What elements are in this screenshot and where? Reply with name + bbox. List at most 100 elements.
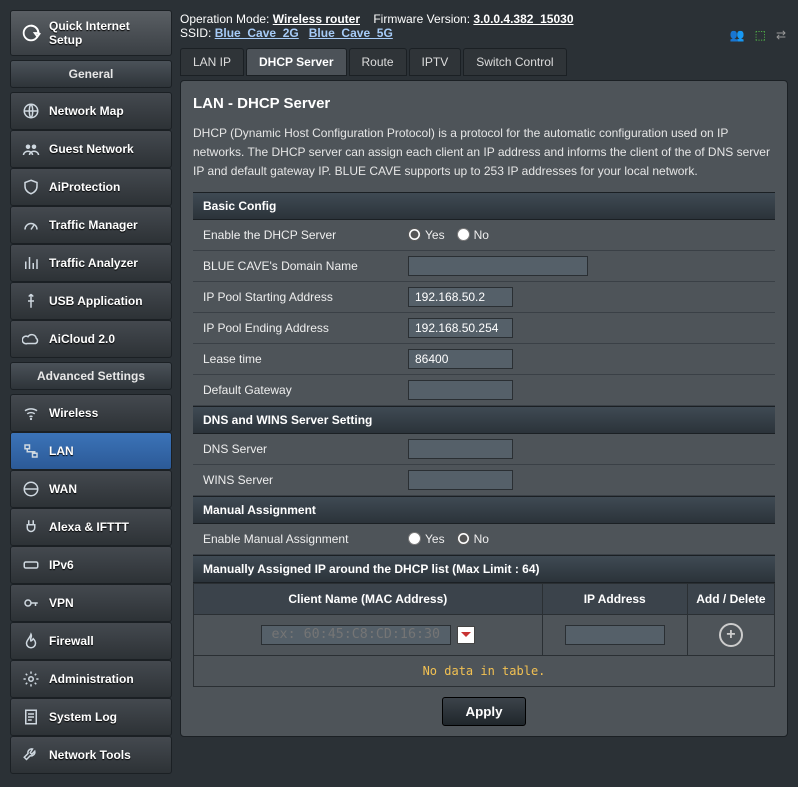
usb-status-icon[interactable]: ⇄ [776, 28, 786, 42]
globe2-icon [21, 479, 41, 499]
advanced-item-label: System Log [49, 710, 117, 724]
advanced-item-system-log[interactable]: System Log [10, 698, 172, 736]
advanced-item-lan[interactable]: LAN [10, 432, 172, 470]
fw-link[interactable]: 3.0.0.4.382_15030 [473, 12, 573, 26]
add-col-header: Add / Delete [687, 583, 774, 614]
general-item-guest-network[interactable]: Guest Network [10, 130, 172, 168]
bars-icon [21, 253, 41, 273]
dns-section-header: DNS and WINS Server Setting [193, 406, 775, 434]
dhcp-list-header: Manually Assigned IP around the DHCP lis… [193, 555, 775, 583]
op-mode-link[interactable]: Wireless router [273, 12, 360, 26]
gateway-input[interactable] [408, 380, 513, 400]
domain-name-input[interactable] [408, 256, 588, 276]
advanced-item-alexa-ifttt[interactable]: Alexa & IFTTT [10, 508, 172, 546]
apply-button[interactable]: Apply [442, 697, 525, 726]
advanced-item-label: Network Tools [49, 748, 131, 762]
mac-address-input[interactable] [261, 625, 451, 645]
general-item-label: Traffic Manager [49, 218, 138, 232]
top-info: Operation Mode: Wireless router Firmware… [180, 10, 788, 44]
pool-end-input[interactable] [408, 318, 513, 338]
group-icon [21, 139, 41, 159]
enable-manual-yes-radio[interactable] [408, 532, 421, 545]
tab-route[interactable]: Route [349, 48, 407, 76]
advanced-item-firewall[interactable]: Firewall [10, 622, 172, 660]
general-item-usb-application[interactable]: USB Application [10, 282, 172, 320]
advanced-item-label: Administration [49, 672, 134, 686]
ipv6-icon [21, 555, 41, 575]
mac-dropdown-button[interactable] [457, 626, 475, 644]
lease-time-label: Lease time [193, 344, 398, 374]
general-item-label: Traffic Analyzer [49, 256, 138, 270]
link-status-icon[interactable]: ⬚ [755, 28, 766, 42]
ssid-5g-link[interactable]: Blue_Cave_5G [309, 26, 393, 40]
tools-icon [21, 745, 41, 765]
general-item-label: USB Application [49, 294, 143, 308]
advanced-item-vpn[interactable]: VPN [10, 584, 172, 622]
advanced-item-administration[interactable]: Administration [10, 660, 172, 698]
ip-col-header: IP Address [542, 583, 687, 614]
lease-time-input[interactable] [408, 349, 513, 369]
advanced-item-label: Wireless [49, 406, 98, 420]
general-item-label: Guest Network [49, 142, 134, 156]
quick-internet-setup[interactable]: Quick Internet Setup [10, 10, 172, 56]
main-panel: LAN - DHCP Server DHCP (Dynamic Host Con… [180, 80, 788, 737]
general-item-aiprotection[interactable]: AiProtection [10, 168, 172, 206]
tab-switch-control[interactable]: Switch Control [463, 48, 566, 76]
page-title: LAN - DHCP Server [193, 95, 775, 112]
key-icon [21, 593, 41, 613]
shield-icon [21, 177, 41, 197]
plug-icon [21, 517, 41, 537]
wifi-icon [21, 403, 41, 423]
ssid-label: SSID: [180, 26, 211, 40]
general-item-traffic-manager[interactable]: Traffic Manager [10, 206, 172, 244]
gear-icon [21, 669, 41, 689]
ssid-2g-link[interactable]: Blue_Cave_2G [215, 26, 299, 40]
advanced-section-title: Advanced Settings [10, 362, 172, 390]
enable-manual-label: Enable Manual Assignment [193, 524, 398, 554]
client-col-header: Client Name (MAC Address) [194, 583, 543, 614]
general-section-title: General [10, 60, 172, 88]
globe-icon [21, 101, 41, 121]
pool-end-label: IP Pool Ending Address [193, 313, 398, 343]
basic-config-header: Basic Config [193, 192, 775, 220]
tab-dhcp-server[interactable]: DHCP Server [246, 48, 346, 76]
advanced-item-wan[interactable]: WAN [10, 470, 172, 508]
domain-name-label: BLUE CAVE's Domain Name [193, 251, 398, 281]
gauge-icon [21, 215, 41, 235]
advanced-item-label: Firewall [49, 634, 94, 648]
add-entry-button[interactable]: + [719, 623, 743, 647]
advanced-item-label: IPv6 [49, 558, 74, 572]
advanced-item-label: LAN [49, 444, 74, 458]
advanced-item-network-tools[interactable]: Network Tools [10, 736, 172, 774]
advanced-item-wireless[interactable]: Wireless [10, 394, 172, 432]
general-item-traffic-analyzer[interactable]: Traffic Analyzer [10, 244, 172, 282]
tab-iptv[interactable]: IPTV [409, 48, 462, 76]
users-icon[interactable]: 👥 [730, 28, 745, 42]
tab-lan-ip[interactable]: LAN IP [180, 48, 244, 76]
enable-dhcp-yes-radio[interactable] [408, 228, 421, 241]
gateway-label: Default Gateway [193, 375, 398, 405]
usb-icon [21, 291, 41, 311]
qis-icon [19, 21, 43, 45]
pool-start-input[interactable] [408, 287, 513, 307]
lan-icon [21, 441, 41, 461]
qis-line1: Quick Internet [49, 19, 130, 33]
op-mode-label: Operation Mode: [180, 12, 269, 26]
manual-assignment-header: Manual Assignment [193, 496, 775, 524]
fw-label: Firmware Version: [373, 12, 470, 26]
general-item-label: Network Map [49, 104, 124, 118]
enable-manual-no-radio[interactable] [457, 532, 470, 545]
qis-line2: Setup [49, 33, 130, 47]
general-item-aicloud-2-0[interactable]: AiCloud 2.0 [10, 320, 172, 358]
advanced-item-ipv6[interactable]: IPv6 [10, 546, 172, 584]
advanced-item-label: WAN [49, 482, 77, 496]
general-item-network-map[interactable]: Network Map [10, 92, 172, 130]
enable-dhcp-no-radio[interactable] [457, 228, 470, 241]
manual-ip-input[interactable] [565, 625, 665, 645]
cloud-icon [21, 329, 41, 349]
pool-start-label: IP Pool Starting Address [193, 282, 398, 312]
dns-server-input[interactable] [408, 439, 513, 459]
wins-server-input[interactable] [408, 470, 513, 490]
general-item-label: AiCloud 2.0 [49, 332, 115, 346]
advanced-item-label: Alexa & IFTTT [49, 520, 129, 534]
